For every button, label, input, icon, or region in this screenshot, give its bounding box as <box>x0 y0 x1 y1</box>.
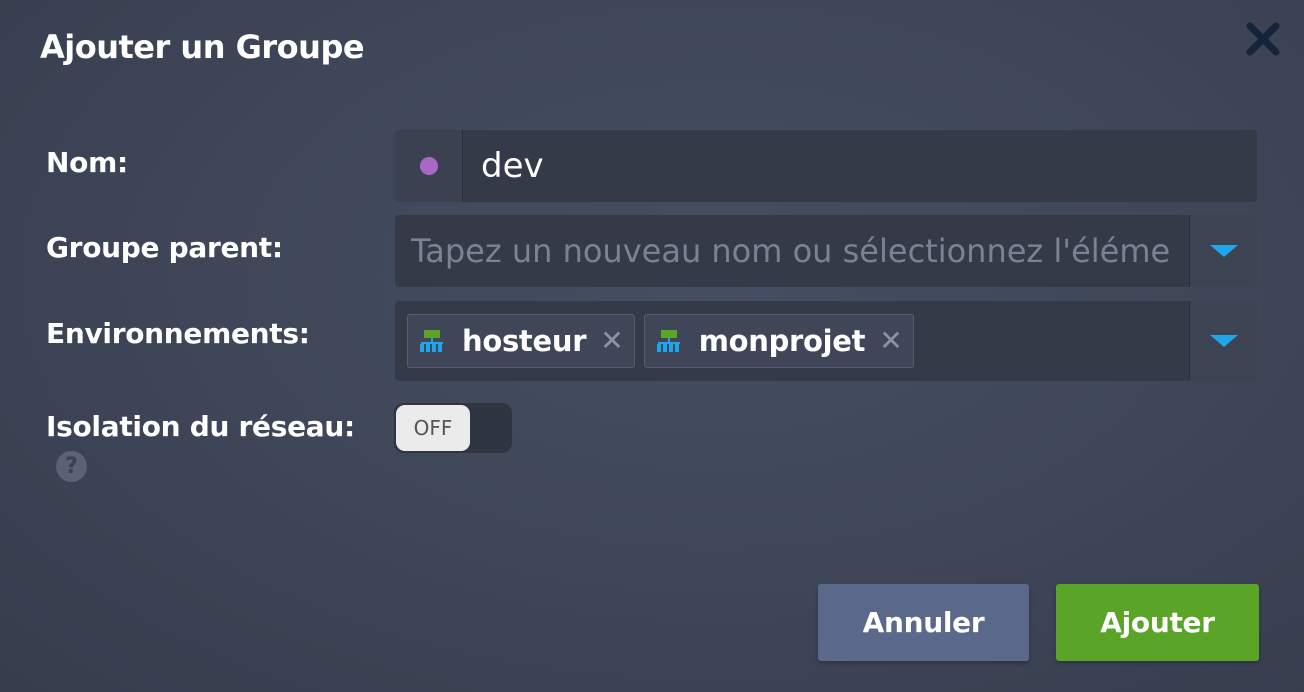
environments-dropdown-button[interactable] <box>1189 301 1257 381</box>
help-icon[interactable]: ? <box>56 451 87 482</box>
parent-group-dropdown-button[interactable] <box>1189 215 1257 287</box>
color-picker[interactable] <box>395 130 463 202</box>
cancel-button[interactable]: Annuler <box>818 584 1029 661</box>
environment-tag-label: monprojet <box>698 324 866 358</box>
add-button[interactable]: Ajouter <box>1056 584 1259 661</box>
parent-group-label: Groupe parent: <box>46 231 283 264</box>
parent-group-combobox[interactable] <box>395 215 1257 287</box>
close-icon[interactable] <box>1244 20 1282 58</box>
parent-group-input[interactable] <box>395 215 1189 287</box>
name-label: Nom: <box>46 146 128 179</box>
environment-icon <box>420 330 443 352</box>
chevron-down-icon <box>1209 245 1238 257</box>
add-group-dialog: Ajouter un Groupe Nom: dev Groupe parent… <box>0 0 1304 692</box>
environment-icon <box>656 330 680 352</box>
dialog-title: Ajouter un Groupe <box>40 28 365 66</box>
remove-tag-icon[interactable]: ✕ <box>600 327 623 355</box>
chevron-down-icon <box>1209 335 1238 347</box>
environment-tag-label: hosteur <box>462 324 587 358</box>
name-field[interactable]: dev <box>395 130 1257 202</box>
name-value[interactable]: dev <box>481 146 544 186</box>
remove-tag-icon[interactable]: ✕ <box>879 327 902 355</box>
environment-tag: monprojet ✕ <box>643 314 914 368</box>
environments-multiselect[interactable]: hosteur ✕ monprojet ✕ <box>395 301 1257 381</box>
toggle-state-label: OFF <box>396 405 470 451</box>
color-dot-icon <box>419 157 438 175</box>
environment-tag: hosteur ✕ <box>407 314 635 368</box>
environment-tags: hosteur ✕ monprojet ✕ <box>395 301 1189 381</box>
network-isolation-label: Isolation du réseau: <box>46 410 355 443</box>
network-isolation-toggle[interactable]: OFF <box>394 403 512 453</box>
environments-label: Environnements: <box>46 317 310 350</box>
